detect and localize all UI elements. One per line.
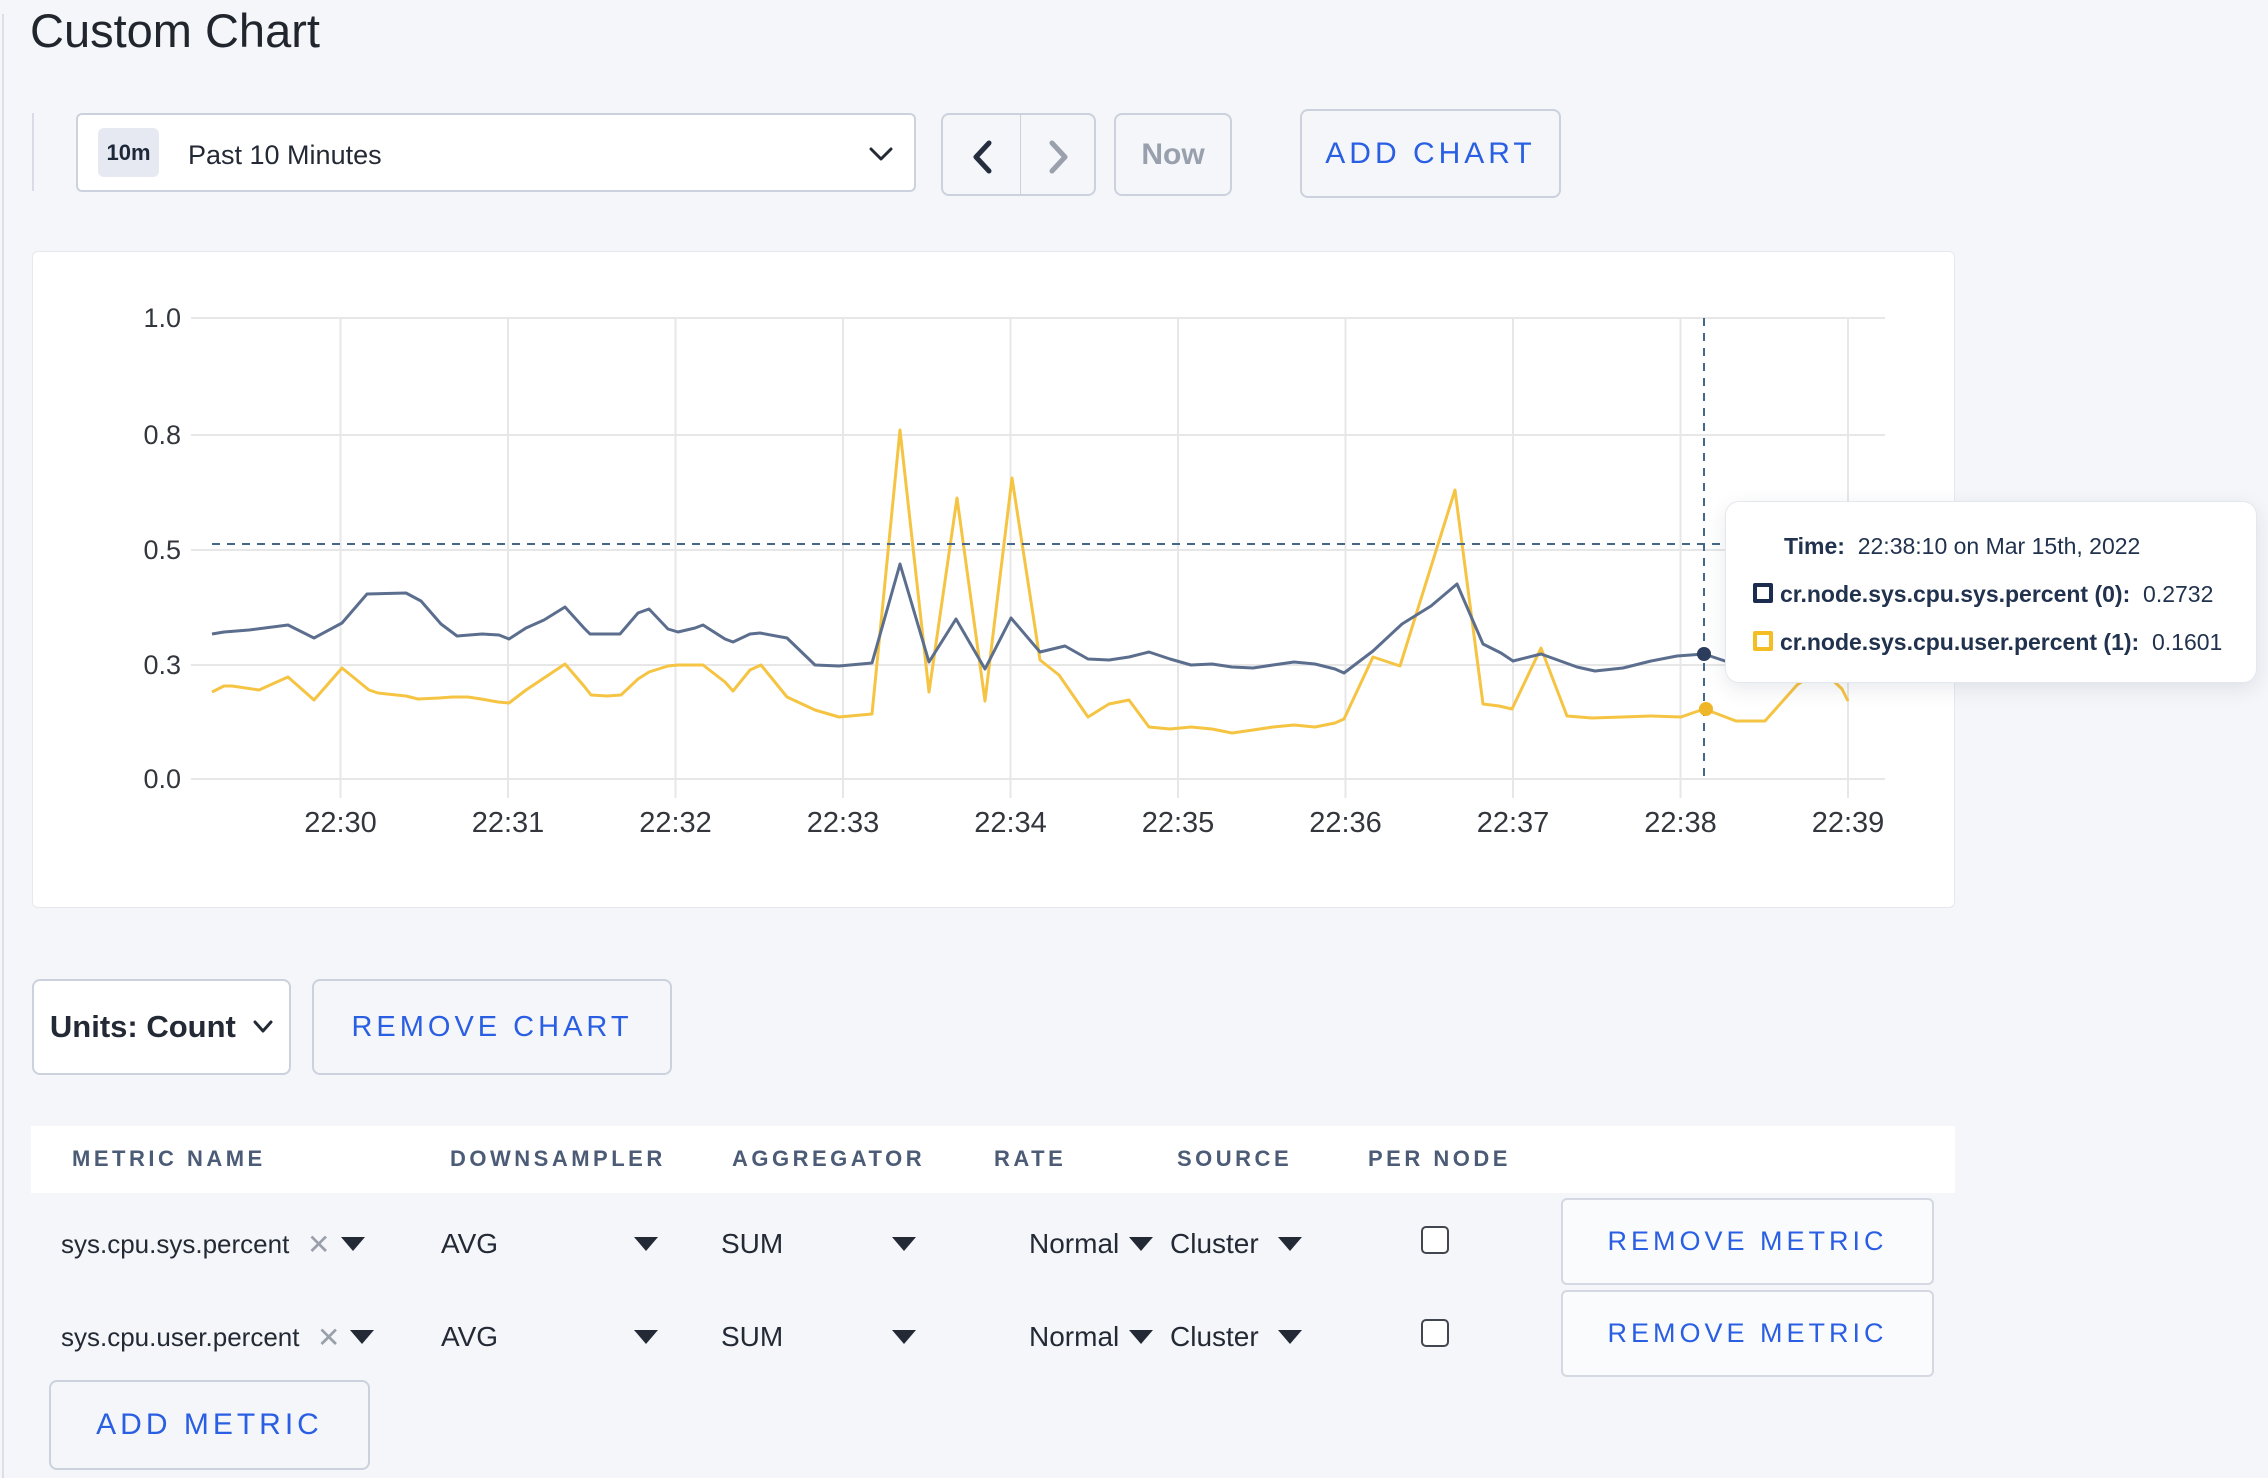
svg-text:22:38: 22:38 (1644, 807, 1717, 839)
svg-text:0.8: 0.8 (143, 420, 181, 450)
svg-text:22:39: 22:39 (1812, 807, 1885, 839)
svg-text:22:37: 22:37 (1477, 807, 1550, 839)
svg-text:1.0: 1.0 (143, 303, 181, 333)
svg-text:22:36: 22:36 (1309, 807, 1382, 839)
svg-text:22:31: 22:31 (472, 807, 545, 839)
svg-text:22:35: 22:35 (1142, 807, 1215, 839)
svg-text:22:34: 22:34 (974, 807, 1047, 839)
svg-text:22:32: 22:32 (639, 807, 712, 839)
svg-text:0.0: 0.0 (143, 764, 181, 794)
svg-text:22:30: 22:30 (304, 807, 377, 839)
svg-text:22:33: 22:33 (807, 807, 880, 839)
svg-text:0.3: 0.3 (143, 650, 181, 680)
svg-text:0.5: 0.5 (143, 535, 181, 565)
